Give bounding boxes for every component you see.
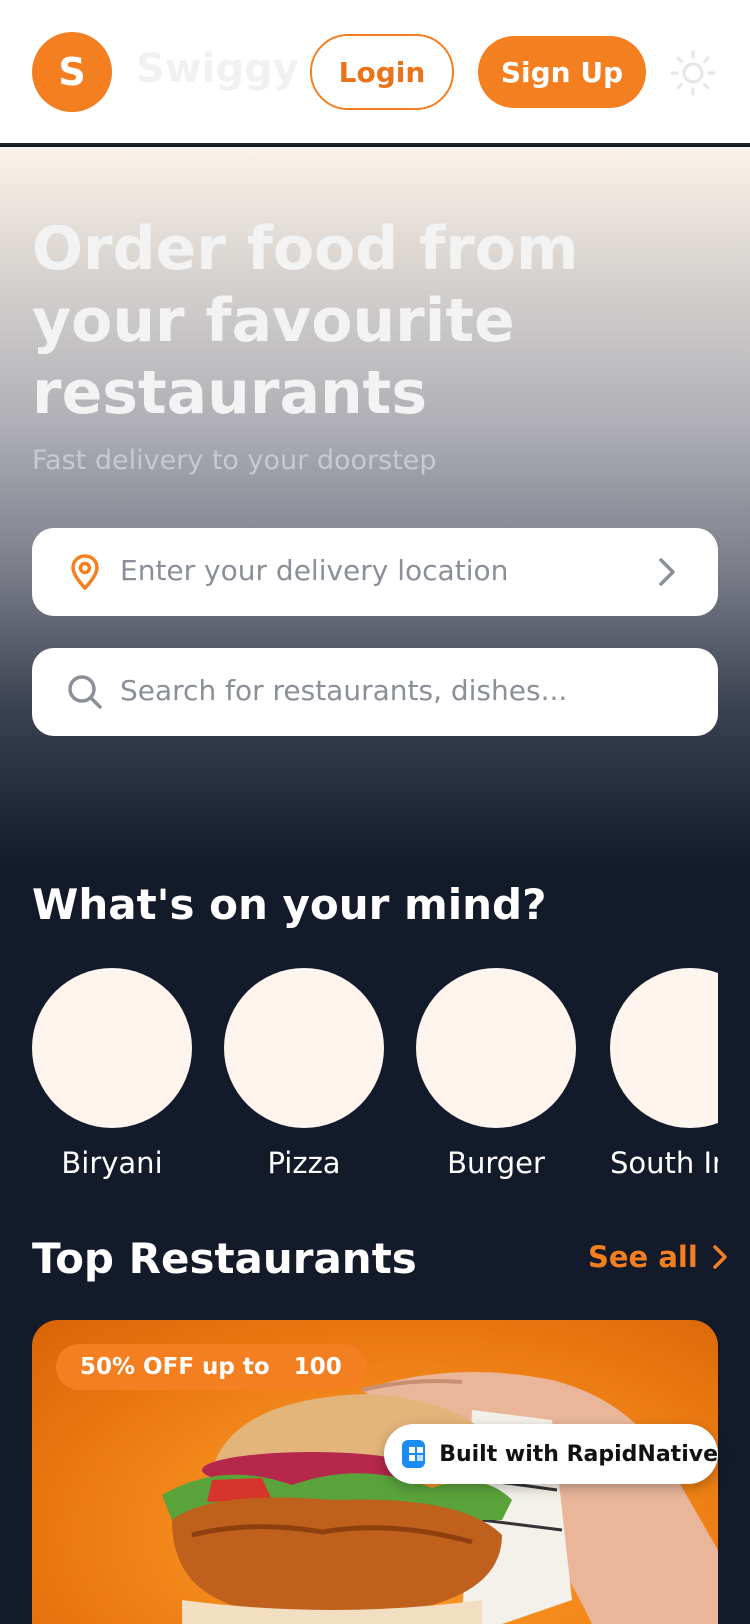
logo-badge[interactable]: S (32, 32, 112, 112)
login-button[interactable]: Login (310, 34, 454, 110)
badge-label: Built with RapidNative (439, 1441, 718, 1467)
category-carousel[interactable]: Biryani Pizza Burger South Indian (32, 968, 718, 1188)
category-item-south-indian[interactable]: South Indian (610, 968, 718, 1180)
search-icon (68, 675, 102, 709)
categories-title: What's on your mind? (32, 880, 547, 929)
category-image (32, 968, 192, 1128)
signup-button[interactable]: Sign Up (478, 36, 646, 108)
category-label: Biryani (61, 1146, 163, 1180)
category-item-biryani[interactable]: Biryani (32, 968, 192, 1180)
built-with-badge[interactable]: Built with RapidNative (384, 1424, 718, 1484)
sun-icon[interactable] (670, 50, 716, 96)
hero-section: Order food from your favourite restauran… (0, 147, 750, 867)
chevron-right-icon (713, 1245, 727, 1269)
category-image (224, 968, 384, 1128)
search-input[interactable]: Search for restaurants, dishes... (32, 648, 718, 736)
search-placeholder: Search for restaurants, dishes... (120, 674, 568, 707)
chevron-right-icon (659, 558, 675, 586)
category-item-pizza[interactable]: Pizza (224, 968, 384, 1180)
category-label: South Indian (610, 1146, 718, 1180)
top-restaurants-title: Top Restaurants (32, 1234, 417, 1283)
rapidnative-logo-icon (402, 1440, 426, 1468)
hero-subtitle: Fast delivery to your doorstep (32, 445, 437, 476)
category-label: Pizza (267, 1146, 341, 1180)
map-pin-icon (71, 554, 99, 591)
category-item-burger[interactable]: Burger (416, 968, 576, 1180)
offer-badge: 50% OFF up to 100 (56, 1344, 366, 1390)
app-header: S Swiggy Login Sign Up (0, 0, 750, 145)
brand-name: Swiggy (136, 46, 299, 92)
hero-title: Order food from your favourite restauran… (32, 214, 579, 428)
category-image (610, 968, 718, 1128)
location-placeholder: Enter your delivery location (120, 554, 509, 587)
logo-letter: S (58, 50, 86, 94)
category-image (416, 968, 576, 1128)
location-input[interactable]: Enter your delivery location (32, 528, 718, 616)
see-all-label: See all (588, 1240, 698, 1274)
category-label: Burger (447, 1146, 545, 1180)
see-all-link[interactable]: See all (588, 1240, 728, 1274)
